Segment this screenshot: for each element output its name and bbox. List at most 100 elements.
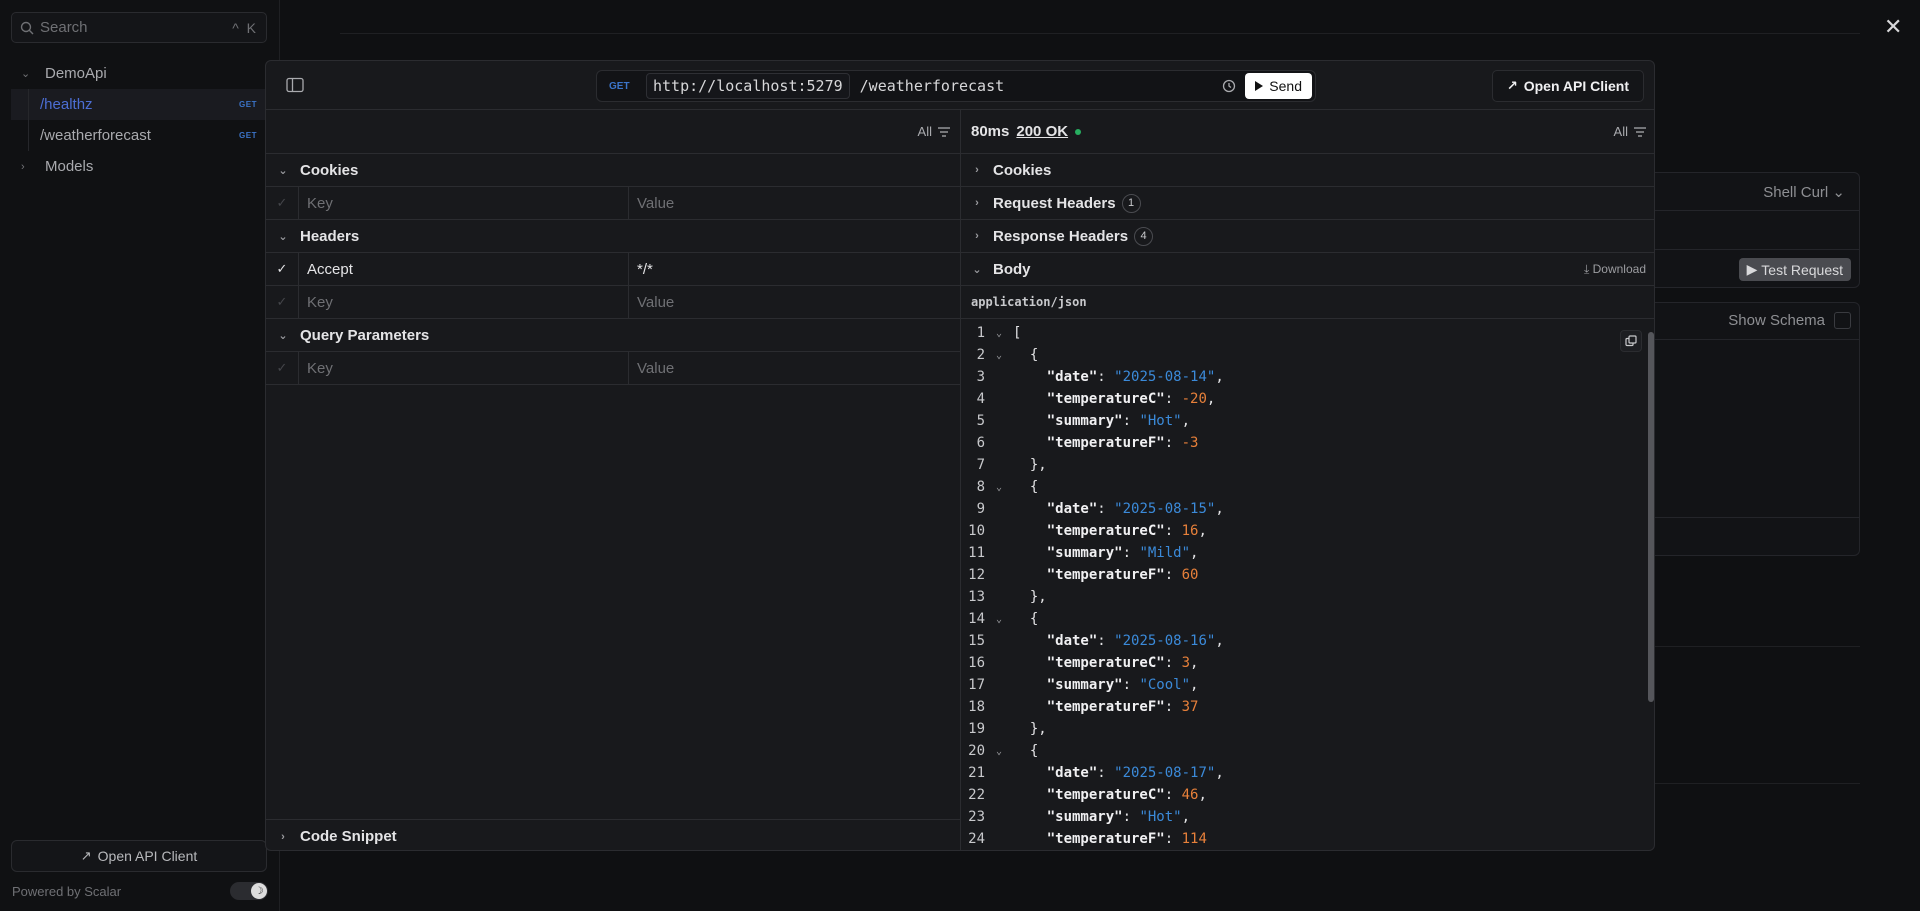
code-token: , [1215, 633, 1224, 649]
download-button[interactable]: ⤓ Download [1584, 262, 1646, 277]
close-icon[interactable]: ✕ [1884, 14, 1902, 40]
sidebar-item-healthz[interactable]: /healthz GET [11, 89, 267, 120]
base-url-select[interactable]: http://localhost:5279 [646, 73, 850, 99]
key-input[interactable]: Key [299, 286, 629, 318]
code-token: { [1013, 479, 1039, 495]
code-token: : [1164, 567, 1182, 583]
headers-section-header[interactable]: ⌄ Headers [266, 220, 960, 253]
code-line: 21 "date": "2025-08-17", [961, 762, 1654, 784]
response-example-panel: Show Schema [1650, 302, 1860, 556]
code-token: "date" [1046, 633, 1098, 649]
request-toolbar: All [266, 110, 960, 154]
powered-by-link[interactable]: Powered by Scalar [12, 884, 121, 899]
response-filter[interactable]: All [1614, 124, 1646, 139]
sidebar-open-api-client-button[interactable]: ↗ Open API Client [11, 840, 267, 872]
sidebar-item-weatherforecast[interactable]: /weatherforecast GET [11, 120, 267, 151]
line-number: 13 [968, 589, 985, 605]
chevron-down-icon: ⌄ [972, 263, 982, 276]
code-token: : [1097, 501, 1115, 517]
show-schema-checkbox[interactable] [1834, 312, 1851, 329]
line-number: 23 [968, 809, 985, 825]
response-status: 80ms 200 OK [971, 123, 1082, 140]
test-request-button[interactable]: ▶ Test Request [1738, 258, 1851, 281]
code-line: 2 ⌄ { [961, 344, 1654, 366]
key-input[interactable]: Key [299, 187, 629, 219]
fold-chevron-icon[interactable]: ⌄ [985, 746, 1013, 757]
send-button[interactable]: Send [1245, 73, 1312, 99]
key-input[interactable]: Accept [299, 253, 629, 285]
response-pane: 80ms 200 OK All › Cookies › Request Head… [961, 110, 1654, 850]
line-number: 1 [976, 325, 985, 341]
code-line: 18 "temperatureF": 37 [961, 696, 1654, 718]
chevron-right-icon: › [281, 830, 285, 843]
divider [1650, 339, 1859, 340]
copy-icon[interactable] [1620, 330, 1642, 352]
search-input[interactable]: Search ^ K [11, 12, 267, 43]
code-snippet-section: › Code Snippet [266, 819, 960, 850]
dark-mode-toggle[interactable]: ☽ [230, 882, 268, 900]
scrollbar[interactable] [1648, 332, 1654, 702]
response-body-code[interactable]: 1 ⌄[2 ⌄ {3 "date": "2025-08-14", 4 "tempera… [961, 320, 1654, 850]
code-token: "2025-08-17" [1114, 765, 1216, 781]
sidebar-group-models[interactable]: › Models [11, 151, 267, 182]
line-number: 10 [968, 523, 985, 539]
code-token: : [1164, 831, 1182, 847]
history-icon[interactable] [1221, 78, 1237, 94]
row-checkbox[interactable]: ✓ [266, 253, 299, 285]
code-token: , [1181, 809, 1191, 825]
method-badge: GET [239, 131, 257, 140]
section-title: Code Snippet [300, 828, 397, 845]
code-token: : [1164, 699, 1182, 715]
row-checkbox[interactable]: ✓ [266, 187, 299, 219]
fold-chevron-icon[interactable]: ⌄ [985, 350, 1013, 361]
key-input[interactable]: Key [299, 352, 629, 384]
address-bar[interactable]: GET http://localhost:5279 /weatherforeca… [596, 70, 1316, 102]
line-number: 17 [968, 677, 985, 693]
code-token: [ [1013, 325, 1022, 341]
status-dot [1075, 128, 1082, 135]
shell-curl-select[interactable]: Shell Curl ⌄ [1763, 183, 1845, 201]
cookies-section-header[interactable]: ⌄ Cookies [266, 154, 960, 187]
response-cookies-header[interactable]: › Cookies [961, 154, 1654, 187]
sidebar: Search ^ K ⌄ DemoApi /healthz GET /weath… [0, 0, 280, 911]
open-api-client-button[interactable]: ↗ Open API Client [1491, 70, 1644, 102]
code-token: "date" [1046, 369, 1098, 385]
sidebar-toggle-icon[interactable] [286, 77, 304, 93]
code-token: 60 [1181, 567, 1199, 583]
request-headers-header[interactable]: › Request Headers 1 [961, 187, 1654, 220]
fold-chevron-icon[interactable]: ⌄ [985, 482, 1013, 493]
query-row: ✓ Key Value [266, 352, 960, 385]
shell-curl-label: Shell Curl [1763, 184, 1829, 201]
code-line: 11 "summary": "Mild", [961, 542, 1654, 564]
code-token: "Cool" [1139, 677, 1191, 693]
code-snippet-header[interactable]: › Code Snippet [266, 820, 960, 850]
code-line: 13 }, [961, 586, 1654, 608]
section-title: Body [993, 260, 1031, 278]
body-header[interactable]: ⌄ Body ⤓ Download [961, 253, 1654, 286]
value-input[interactable]: Value [629, 352, 960, 384]
fold-chevron-icon[interactable]: ⌄ [985, 328, 1013, 339]
code-token: }, [1013, 457, 1047, 473]
value-input[interactable]: Value [629, 286, 960, 318]
path-input[interactable]: /weatherforecast [860, 77, 1222, 95]
sidebar-group-demoapi[interactable]: ⌄ DemoApi [11, 58, 267, 89]
row-checkbox[interactable]: ✓ [266, 352, 299, 384]
search-placeholder: Search [40, 19, 88, 36]
code-token: , [1181, 413, 1191, 429]
divider [1650, 646, 1860, 647]
query-section-header[interactable]: ⌄ Query Parameters [266, 319, 960, 352]
response-headers-header[interactable]: › Response Headers 4 [961, 220, 1654, 253]
fold-chevron-icon[interactable]: ⌄ [985, 614, 1013, 625]
row-checkbox[interactable]: ✓ [266, 286, 299, 318]
value-input[interactable]: */* [629, 253, 960, 285]
method-select[interactable]: GET [609, 81, 639, 92]
code-token: "temperatureC" [1046, 655, 1165, 671]
value-input[interactable]: Value [629, 187, 960, 219]
request-filter[interactable]: All [918, 124, 950, 139]
status-code[interactable]: 200 OK [1016, 123, 1068, 140]
